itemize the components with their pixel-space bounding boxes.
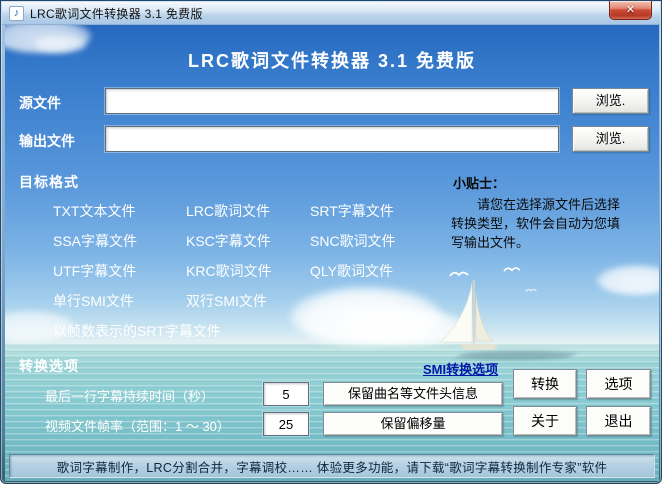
smi-options-link[interactable]: SMI转换选项 [423,359,498,378]
format-option-snc[interactable]: SNC歌词文件 [310,231,473,261]
format-option-smi-double[interactable]: 双行SMI文件 [186,291,310,321]
conversion-options-heading: 转换选项 [19,358,79,374]
cloud-decor [597,265,659,295]
keep-header-info-button[interactable]: 保留曲名等文件头信息 [323,382,503,406]
format-option-smi-single[interactable]: 单行SMI文件 [53,291,186,321]
last-line-duration-input[interactable] [263,382,309,406]
title-bar: ♪ LRC歌词文件转换器 3.1 免费版 [2,2,660,25]
close-button[interactable]: ✕ [609,1,652,20]
frame-rate-label: 视频文件帧率（范围：1 ～ 30） [45,419,230,434]
page-title: LRC歌词文件转换器 3.1 免费版 [187,51,477,71]
status-text: 歌词字幕制作，LRC分割合并，字幕调校…… 体验更多功能，请下载“歌词字幕转换制… [56,460,608,475]
format-option-qly[interactable]: QLY歌词文件 [310,261,473,291]
format-option-srt-frames[interactable]: 以帧数表示的SRT字幕文件 [53,321,473,351]
tips-heading: 小贴士： [453,176,506,191]
format-option-ksc[interactable]: KSC字幕文件 [186,231,310,261]
exit-button[interactable]: 退出 [586,406,651,436]
last-line-duration-label: 最后一行字幕持续时间（秒） [45,389,215,404]
output-browse-button[interactable]: 浏览. [572,126,649,152]
window-title: LRC歌词文件转换器 3.1 免费版 [30,6,203,21]
status-bar: 歌词字幕制作，LRC分割合并，字幕调校…… 体验更多功能，请下载“歌词字幕转换制… [9,454,655,478]
seagull-icon [525,288,537,292]
output-file-label: 输出文件 [19,133,75,149]
output-file-input[interactable] [105,126,559,152]
options-button[interactable]: 选项 [586,369,651,399]
about-button[interactable]: 关于 [513,406,577,436]
format-option-txt[interactable]: TXT文本文件 [53,201,186,231]
main-content: LRC歌词文件转换器 3.1 免费版 源文件 浏览. 输出文件 浏览. 目标格式… [5,25,659,481]
seagull-icon [503,267,521,272]
target-format-heading: 目标格式 [19,174,79,190]
music-note-icon: ♪ [9,5,24,21]
keep-offset-button[interactable]: 保留偏移量 [323,412,503,436]
source-file-label: 源文件 [19,95,61,111]
frame-rate-input[interactable] [263,412,309,436]
format-option-ssa[interactable]: SSA字幕文件 [53,231,186,261]
format-option-lrc[interactable]: LRC歌词文件 [186,201,310,231]
tips-text: 请您在选择源文件后选择转换类型，软件会自动为您填写输出文件。 [451,197,621,250]
format-option-srt[interactable]: SRT字幕文件 [310,201,473,231]
source-browse-button[interactable]: 浏览. [572,88,649,114]
format-option-krc[interactable]: KRC歌词文件 [186,261,310,291]
format-options-grid: TXT文本文件 LRC歌词文件 SRT字幕文件 SSA字幕文件 KSC字幕文件 … [53,201,473,351]
app-window: ♪ LRC歌词文件转换器 3.1 免费版 ✕ LRC歌词文件转换器 3.1 免费… [0,0,662,484]
convert-button[interactable]: 转换 [513,369,577,399]
source-file-input[interactable] [105,88,559,114]
format-option-utf[interactable]: UTF字幕文件 [53,261,186,291]
